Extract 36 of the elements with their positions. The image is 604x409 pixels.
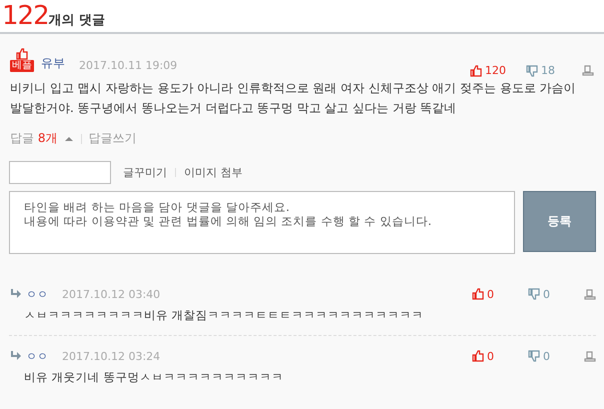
comment-count: 122: [2, 0, 49, 32]
author-name[interactable]: 유부: [41, 55, 65, 72]
thumbs-down-icon: [528, 350, 540, 362]
comment-date: 2017.10.11 19:09: [79, 59, 178, 72]
comment-heading: 개의 댓글: [48, 12, 106, 29]
like-count: 120: [485, 64, 506, 77]
like-count: 0: [487, 350, 494, 362]
comment-field[interactable]: 타인을 배려 하는 마음을 담아 댓글을 달아주세요. 내용에 따라 이용약관 및 관련 법률에 의해 임의 조치를 수행 할 수 있습니다.: [9, 191, 515, 254]
caret-icon[interactable]: [65, 136, 74, 140]
report-icon[interactable]: [582, 65, 594, 76]
best-badge: 베플: [10, 60, 34, 72]
like-count: 0: [487, 288, 494, 300]
replies-toggle[interactable]: 답글 8개: [10, 130, 58, 147]
thumbs-down-icon: [526, 64, 538, 76]
thumbs-down-icon: [528, 288, 540, 300]
thumbs-up-icon: [470, 64, 482, 76]
author-name[interactable]: ㅇㅇ: [26, 286, 48, 302]
thumbs-up-icon: [472, 350, 484, 362]
reply-arrow-icon: [9, 289, 21, 299]
toolbar-link[interactable]: 글꾸미기: [123, 165, 167, 180]
dislike-count: 0: [543, 350, 550, 362]
reply-date: 2017.10.12 03:24: [62, 350, 160, 362]
thumbs-up-icon: [472, 288, 484, 300]
toolbar-link[interactable]: 이미지 첨부: [184, 165, 242, 180]
reply-arrow-icon: [9, 351, 21, 361]
report-icon[interactable]: [584, 350, 596, 362]
reply-text: 비유 개웃기네 똥구멍ㅅㅂㅋㅋㅋㅋㅋㅋㅋㅋㅋㅋ: [24, 370, 284, 385]
report-icon[interactable]: [584, 288, 596, 300]
thumbs-up-icon: [15, 48, 29, 60]
reply-date: 2017.10.12 03:40: [62, 288, 160, 300]
dislike-count: 0: [543, 288, 550, 300]
input-field[interactable]: [9, 161, 111, 184]
author-name[interactable]: ㅇㅇ: [26, 348, 48, 364]
reply-text: ㅅㅂㅋㅋㅋㅋㅋㅋㅋㅋ비유 개찰짐ㅋㅋㅋㅋㅌㅌㅌㅋㅋㅋㅋㅋㅋㅋㅋㅋㅋㅋ: [24, 308, 425, 323]
dislike-count: 18: [541, 64, 555, 77]
comment-text: 비키니 입고 맵시 자랑하는 용도가 아니라 인류학적으로 원래 여자 신체구조상 애기 젖주는 용도로 가슴이 발달한거야. 똥구녕에서 똥나오는거 더럽다고 똥구멍 막고 살고 싶다는 거랑 똑같네: [10, 80, 577, 117]
